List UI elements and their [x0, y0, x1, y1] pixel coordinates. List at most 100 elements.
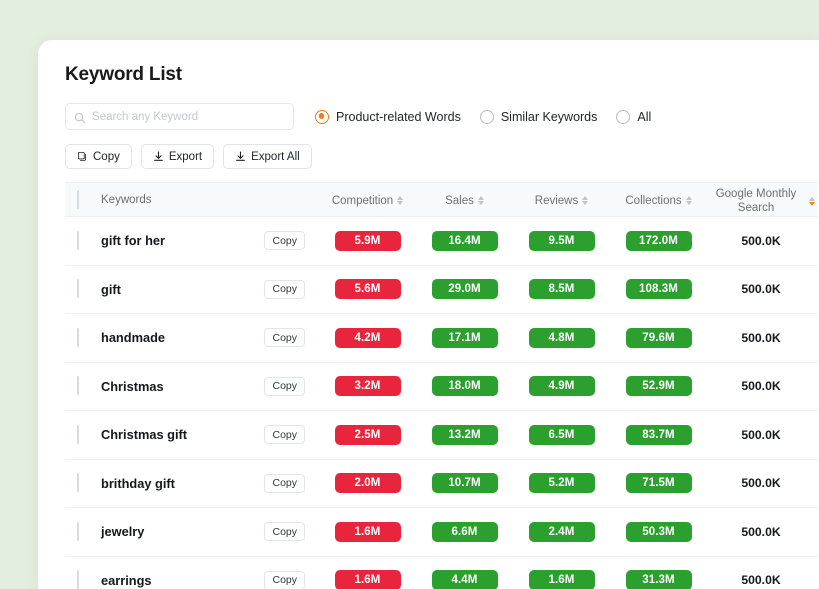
radio-label: All	[637, 109, 652, 124]
row-copy-button[interactable]: Copy	[264, 522, 305, 542]
radio-dot-icon	[479, 109, 494, 124]
row-select-cell	[65, 473, 101, 493]
row-collections-cell: 79.6M	[610, 327, 707, 348]
competition-badge: 5.6M	[334, 279, 401, 300]
google-monthly-search-value: 500.0K	[741, 476, 781, 491]
sales-badge: 4.4M	[431, 570, 498, 589]
row-competition-cell: 2.0M	[319, 473, 416, 494]
copy-icon	[77, 151, 88, 162]
competition-badge: 1.6M	[334, 521, 401, 542]
row-sales-cell: 16.4M	[416, 230, 513, 251]
row-checkbox[interactable]	[77, 521, 79, 541]
competition-badge: 5.9M	[334, 230, 401, 251]
sort-icon-active[interactable]	[809, 196, 815, 206]
header-cell-sales[interactable]: Sales	[416, 191, 513, 209]
row-select-cell	[65, 376, 101, 396]
row-copy-button[interactable]: Copy	[264, 376, 305, 396]
row-keyword-cell: earrings Copy	[101, 570, 319, 589]
row-keyword-cell: gift for her Copy	[101, 231, 319, 251]
header-cell-keywords: Keywords	[101, 194, 319, 206]
keyword-type-radio-group: Product-related Words Similar Keywords A…	[315, 109, 670, 124]
header-cell-reviews[interactable]: Reviews	[513, 191, 610, 209]
keyword-label: Christmas gift	[101, 427, 188, 443]
row-copy-button[interactable]: Copy	[264, 279, 305, 299]
sort-icon[interactable]	[477, 196, 484, 206]
radio-similar-keywords[interactable]: Similar Keywords	[479, 109, 597, 124]
google-monthly-search-value: 500.0K	[741, 379, 781, 394]
row-collections-cell: 50.3M	[610, 521, 707, 542]
row-google-monthly-search-cell: 500.0K	[707, 377, 815, 395]
row-copy-button[interactable]: Copy	[264, 473, 305, 493]
keyword-label: gift for her	[101, 233, 165, 249]
competition-badge: 4.2M	[334, 327, 401, 348]
reviews-badge: 2.4M	[528, 521, 595, 542]
table-row: brithday gift Copy 2.0M 10.7M 5.2M 71.5M 500.0…	[65, 459, 818, 508]
row-copy-button[interactable]: Copy	[264, 231, 305, 251]
row-checkbox[interactable]	[77, 570, 79, 589]
row-copy-button[interactable]: Copy	[264, 425, 305, 445]
header-label-competition-wrap: Competition	[332, 194, 404, 208]
sort-icon[interactable]	[397, 196, 404, 206]
keyword-table: Keywords Competition Sales Reviews Colle…	[65, 182, 818, 589]
header-cell-select-all	[65, 189, 101, 209]
row-sales-cell: 18.0M	[416, 376, 513, 397]
header-cell-google-monthly-search[interactable]: Google Monthly Search	[707, 184, 815, 216]
copy-button[interactable]: Copy	[65, 144, 132, 169]
row-checkbox[interactable]	[77, 279, 79, 299]
keyword-label: handmade	[101, 330, 165, 346]
row-competition-cell: 1.6M	[319, 521, 416, 542]
competition-badge: 2.5M	[334, 424, 401, 445]
table-row: Christmas gift Copy 2.5M 13.2M 6.5M 83.7M 500.…	[65, 411, 818, 460]
row-keyword-cell: Christmas Copy	[101, 376, 319, 396]
reviews-badge: 4.9M	[528, 376, 595, 397]
table-row: gift for her Copy 5.9M 16.4M 9.5M 172.0M 500.0…	[65, 217, 818, 266]
header-label-reviews: Reviews	[534, 194, 579, 207]
header-cell-collections[interactable]: Collections	[610, 191, 707, 209]
row-collections-cell: 108.3M	[610, 279, 707, 300]
row-competition-cell: 5.9M	[319, 230, 416, 251]
row-select-cell	[65, 279, 101, 299]
row-keyword-cell: handmade Copy	[101, 328, 319, 348]
sales-badge: 29.0M	[431, 279, 498, 300]
competition-badge: 3.2M	[334, 376, 401, 397]
export-button[interactable]: Export	[140, 144, 215, 169]
row-checkbox[interactable]	[77, 230, 79, 250]
row-checkbox[interactable]	[77, 473, 79, 493]
row-checkbox[interactable]	[77, 327, 79, 347]
table-row: Christmas Copy 3.2M 18.0M 4.9M 52.9M 500.0K	[65, 362, 818, 411]
reviews-badge: 6.5M	[528, 424, 595, 445]
header-label-collections: Collections	[625, 194, 682, 207]
sales-badge: 18.0M	[431, 376, 498, 397]
search-input[interactable]	[92, 104, 293, 129]
search-icon	[74, 111, 86, 123]
table-row: handmade Copy 4.2M 17.1M 4.8M 79.6M 500.0K	[65, 314, 818, 363]
row-checkbox[interactable]	[77, 424, 79, 444]
row-reviews-cell: 9.5M	[513, 230, 610, 251]
row-competition-cell: 2.5M	[319, 424, 416, 445]
row-checkbox[interactable]	[77, 376, 79, 396]
keyword-label: brithday gift	[101, 475, 175, 491]
row-reviews-cell: 4.9M	[513, 376, 610, 397]
reviews-badge: 5.2M	[528, 473, 595, 494]
select-all-checkbox[interactable]	[77, 189, 79, 209]
header-cell-competition[interactable]: Competition	[319, 191, 416, 209]
export-all-button[interactable]: Export All	[223, 144, 312, 169]
row-sales-cell: 10.7M	[416, 473, 513, 494]
row-copy-button[interactable]: Copy	[264, 570, 305, 589]
google-monthly-search-value: 500.0K	[741, 330, 781, 345]
radio-all[interactable]: All	[616, 109, 652, 124]
reviews-badge: 9.5M	[528, 230, 595, 251]
sort-icon[interactable]	[685, 196, 692, 206]
collections-badge: 31.3M	[625, 570, 692, 589]
row-copy-button[interactable]: Copy	[264, 328, 305, 348]
google-monthly-search-value: 500.0K	[741, 282, 781, 297]
row-google-monthly-search-cell: 500.0K	[707, 426, 815, 444]
table-row: gift Copy 5.6M 29.0M 8.5M 108.3M 500.0K	[65, 265, 818, 314]
row-sales-cell: 17.1M	[416, 327, 513, 348]
sort-icon[interactable]	[582, 196, 589, 206]
table-row: earrings Copy 1.6M 4.4M 1.6M 31.3M 500.0K	[65, 556, 818, 589]
row-competition-cell: 5.6M	[319, 279, 416, 300]
search-input-wrapper[interactable]	[65, 103, 294, 130]
radio-product-related-words[interactable]: Product-related Words	[315, 109, 461, 124]
table-row: jewelry Copy 1.6M 6.6M 2.4M 50.3M 500.0K	[65, 508, 818, 557]
